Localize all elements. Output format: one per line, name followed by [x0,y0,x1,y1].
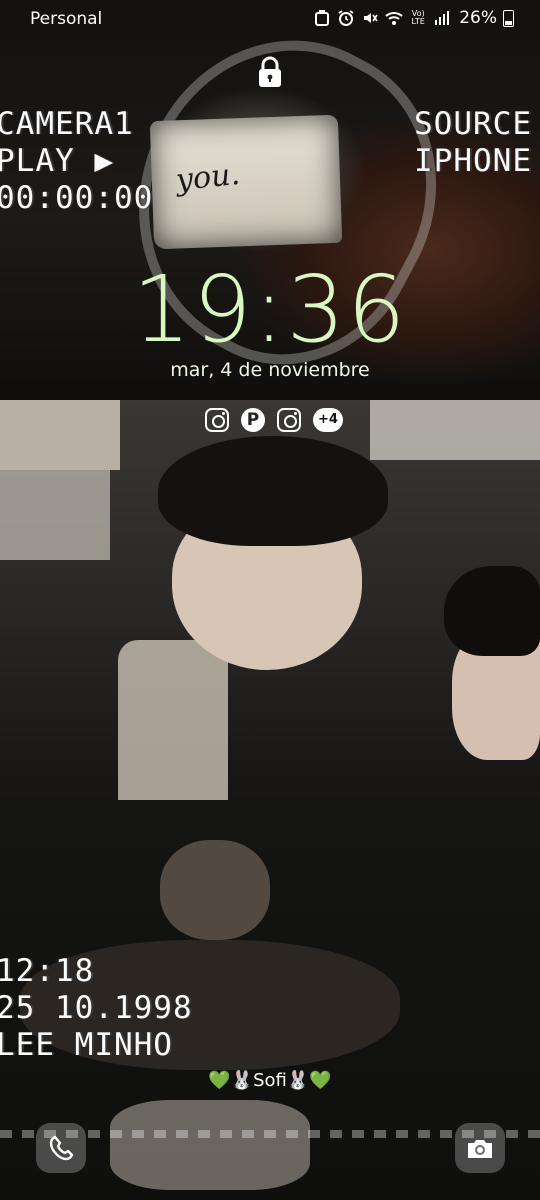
status-icons: Vo) LTE 26% [313,8,514,28]
wifi-icon [385,9,403,27]
pinterest-icon[interactable]: P [241,408,265,432]
volte-icon: Vo) LTE [411,9,425,26]
background-paper [370,400,540,460]
instagram-icon[interactable] [205,408,229,432]
camera-shortcut-button[interactable] [455,1123,505,1173]
notification-icons[interactable]: P +4 [205,408,343,432]
instagram-icon[interactable] [277,408,301,432]
lock-icon[interactable] [257,56,283,88]
second-person-hair [444,566,540,656]
lockscreen-date: mar, 4 de noviembre [170,359,370,381]
cat-head [160,840,270,940]
battery-icon [503,9,514,27]
cat-paws [110,1100,310,1190]
signal-icon [433,9,451,27]
more-notifications-badge[interactable]: +4 [313,408,343,432]
person-hair [158,436,388,546]
background-paper [0,400,120,470]
vcr-source-label: SOURCE IPHONE [414,106,532,179]
vcr-camera-label: CAMERA1 PLAY ▶ 00:00:00 [0,106,154,216]
background-paper [0,470,110,560]
mute-icon [361,9,379,27]
carrier-label: Personal [30,9,103,29]
alarm-icon [337,9,355,27]
phone-shortcut-button[interactable] [36,1123,86,1173]
card-icon [313,9,331,27]
person-shirt [118,640,228,800]
vcr-date-label: 12:18 25 10.1998 LEE MINHO [0,953,193,1063]
wallpaper-middle-photo [0,400,540,800]
battery-percent: 26% [459,8,497,28]
camera-icon [468,1140,492,1158]
phone-icon [49,1135,74,1161]
owner-info: 💚🐰Sofi🐰💚 [208,1070,332,1091]
status-bar[interactable]: Personal Vo) LTE 26% [0,0,540,40]
lockscreen-clock[interactable]: 19:36 [0,256,540,363]
note-text: you. [174,156,242,199]
